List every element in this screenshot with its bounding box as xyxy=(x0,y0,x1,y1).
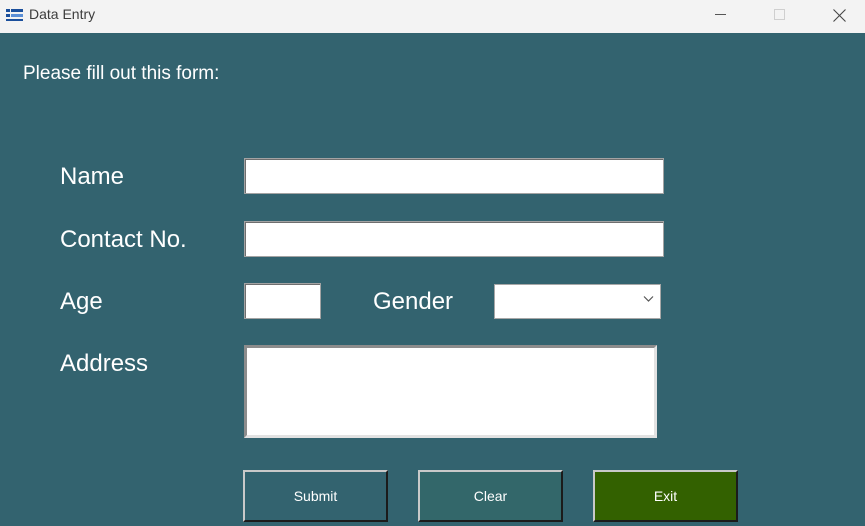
address-textarea[interactable] xyxy=(244,345,657,438)
maximize-button[interactable] xyxy=(751,0,809,33)
age-input[interactable] xyxy=(244,283,321,319)
address-label: Address xyxy=(60,350,149,377)
form-prompt: Please fill out this form: xyxy=(23,63,220,84)
gender-label: Gender xyxy=(373,288,454,315)
minimize-button[interactable] xyxy=(692,0,750,33)
name-label: Name xyxy=(60,163,125,190)
window-title: Data Entry xyxy=(29,6,96,22)
name-input[interactable] xyxy=(244,158,664,194)
maximize-icon xyxy=(774,9,785,20)
window-app-icon xyxy=(6,9,23,21)
form-area: Please fill out this form: Name Contact … xyxy=(0,33,865,526)
close-button[interactable] xyxy=(810,0,865,33)
submit-button[interactable]: Submit xyxy=(243,470,388,522)
age-label: Age xyxy=(60,288,103,315)
exit-button[interactable]: Exit xyxy=(593,470,738,522)
contact-label: Contact No. xyxy=(60,226,187,253)
close-icon xyxy=(833,9,846,22)
gender-select[interactable] xyxy=(494,284,661,319)
chevron-down-icon xyxy=(643,296,654,302)
minimize-icon xyxy=(715,14,726,15)
clear-button[interactable]: Clear xyxy=(418,470,563,522)
contact-input[interactable] xyxy=(244,221,664,257)
title-bar: Data Entry xyxy=(0,0,865,33)
